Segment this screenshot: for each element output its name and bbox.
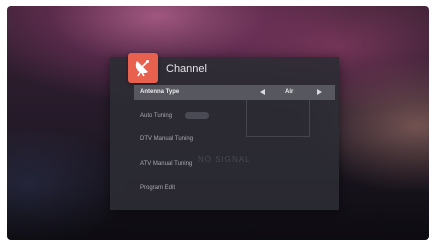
menu-item-label: Antenna Type bbox=[140, 89, 180, 95]
no-signal-ghost-text: NO SIGNAL bbox=[198, 155, 251, 164]
menu-item-atv-manual-tuning[interactable]: ATV Manual Tuning bbox=[140, 161, 192, 167]
left-arrow-icon[interactable] bbox=[260, 89, 265, 95]
channel-menu-panel: NO SIGNAL Channel Antenna Type Air Auto … bbox=[110, 53, 339, 210]
right-arrow-icon[interactable] bbox=[317, 89, 322, 95]
tv-screen: NO SIGNAL Channel Antenna Type Air Auto … bbox=[7, 6, 429, 240]
menu-item-dtv-manual-tuning[interactable]: DTV Manual Tuning bbox=[140, 136, 193, 142]
auto-tuning-toggle[interactable] bbox=[185, 112, 209, 119]
menu-header: Channel bbox=[110, 53, 339, 83]
menu-item-program-edit[interactable]: Program Edit bbox=[140, 185, 175, 191]
menu-item-auto-tuning[interactable]: Auto Tuning bbox=[140, 113, 172, 119]
satellite-dish-icon bbox=[128, 53, 158, 83]
background-preview-frame bbox=[246, 99, 310, 137]
menu-item-antenna-type[interactable]: Antenna Type Air bbox=[134, 85, 335, 100]
menu-title: Channel bbox=[166, 63, 207, 75]
antenna-type-value: Air bbox=[285, 89, 294, 95]
